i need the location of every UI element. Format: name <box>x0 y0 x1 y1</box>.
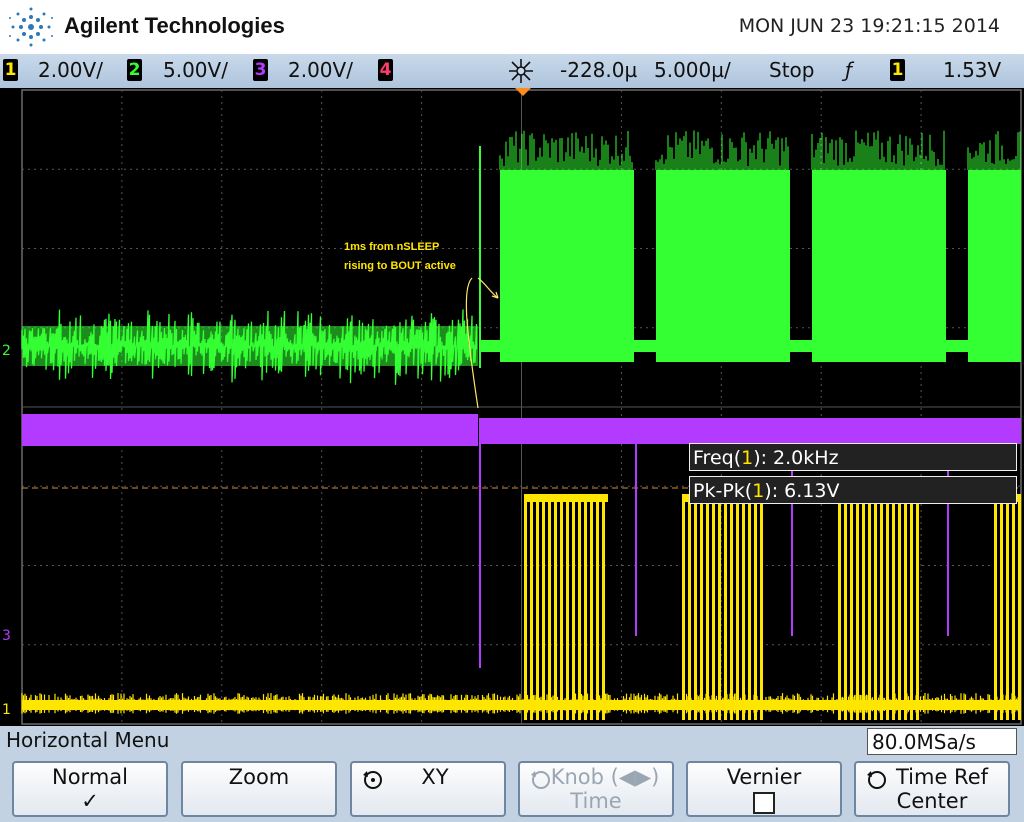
softkey-vernier-label: Vernier <box>726 765 802 789</box>
annotation-line-1: 1ms from nSLEEP <box>344 241 440 253</box>
softkey-zoom[interactable]: Zoom <box>181 761 337 817</box>
date-time: MON JUN 23 19:21:15 2014 <box>738 15 1000 37</box>
softkey-knob-time[interactable]: Knob (◀▶) Time <box>518 761 674 817</box>
measurement-frequency: Freq(1): 2.0kHz <box>689 443 1017 471</box>
channel-4-badge[interactable]: 4 <box>378 59 393 81</box>
softkey-time-label: Time <box>570 789 622 813</box>
run-state: Stop <box>769 58 815 82</box>
channel-2-scale: 5.00V/ <box>163 58 228 82</box>
channel-3-scale: 2.00V/ <box>288 58 353 82</box>
trigger-source-badge: 1 <box>890 59 905 81</box>
timebase-scale: 5.000µ/ <box>654 58 731 82</box>
header-bar: Agilent Technologies MON JUN 23 19:21:15… <box>0 0 1024 54</box>
horizontal-delay: -228.0µ <box>560 58 638 82</box>
channel-2-badge[interactable]: 2 <box>127 59 142 81</box>
softkey-vernier[interactable]: Vernier <box>686 761 842 817</box>
sample-rate: 80.0MSa/s <box>867 728 1017 755</box>
menu-title: Horizontal Menu <box>6 728 170 752</box>
softkey-zoom-label: Zoom <box>228 765 290 789</box>
acquire-sparkle-icon <box>509 59 533 83</box>
agilent-spark-logo-icon <box>9 7 53 47</box>
channel-3-badge[interactable]: 3 <box>253 59 268 81</box>
softkey-xy-label: XY <box>421 765 449 789</box>
waveform-display[interactable]: 2 3 1 1ms from nSLEEP rising to BOUT activ… <box>0 88 1024 726</box>
annotation-line-2: rising to BOUT active <box>344 260 456 272</box>
softkey-xy[interactable]: XY <box>350 761 506 817</box>
vernier-checkbox[interactable] <box>753 792 775 814</box>
measurement-pk-pk: Pk-Pk(1): 6.13V <box>689 476 1017 504</box>
softkey-menu: Horizontal Menu 80.0MSa/s Normal ✓ Zoom … <box>0 726 1024 822</box>
check-icon: ✓ <box>81 789 99 813</box>
trigger-level: 1.53V <box>943 58 1002 82</box>
annotation-note: 1ms from nSLEEP rising to BOUT active <box>344 238 456 276</box>
softkey-normal[interactable]: Normal ✓ <box>12 761 168 817</box>
brand-name: Agilent Technologies <box>64 13 285 38</box>
softkey-time-ref-value: Center <box>896 789 968 813</box>
svg-text:1: 1 <box>2 702 11 718</box>
softkey-time-ref[interactable]: Time Ref Center <box>854 761 1010 817</box>
waveform-canvas: 2 3 1 <box>2 88 1022 725</box>
svg-text:3: 3 <box>2 628 11 644</box>
softkey-time-ref-label: Time Ref <box>895 765 989 789</box>
channel-1-badge[interactable]: 1 <box>3 59 18 81</box>
status-bar: 1 2.00V/ 2 5.00V/ 3 2.00V/ 4 -228.0µ 5.0… <box>0 54 1024 88</box>
channel-1-scale: 2.00V/ <box>38 58 103 82</box>
softkey-normal-label: Normal <box>52 765 128 789</box>
svg-text:2: 2 <box>2 343 11 359</box>
waveform-traces: 2 3 1 <box>2 130 1021 720</box>
trigger-edge-icon: ƒ <box>845 58 853 82</box>
softkey-knob-label: Knob (◀▶) <box>550 765 660 789</box>
